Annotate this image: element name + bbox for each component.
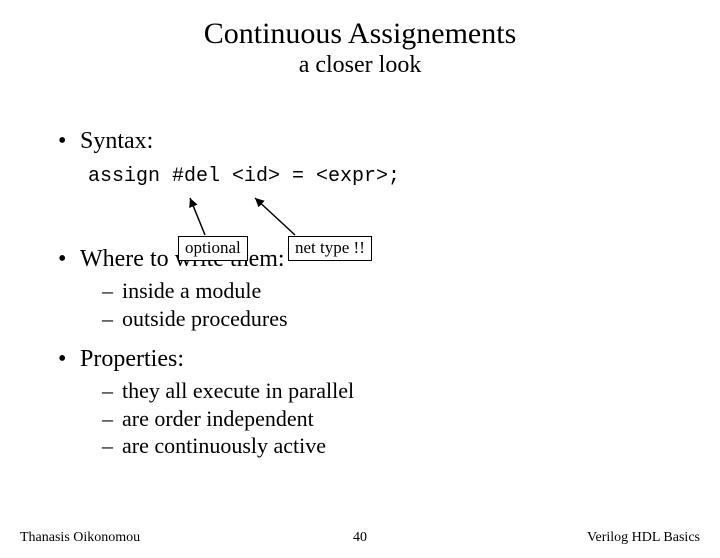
dash-icon: – bbox=[102, 305, 122, 333]
syntax-code: assign #del <id> = <expr>; bbox=[88, 165, 680, 188]
bullet-syntax-text: Syntax: bbox=[80, 128, 153, 155]
props-item-c: are continuously active bbox=[122, 432, 326, 460]
callout-optional: optional bbox=[178, 236, 248, 261]
list-item: – outside procedures bbox=[102, 305, 680, 333]
dash-icon: – bbox=[102, 377, 122, 405]
where-list: – inside a module – outside procedures bbox=[102, 277, 680, 332]
slide-body: • Syntax: assign #del <id> = <expr>; opt… bbox=[58, 128, 680, 460]
list-item: – are order independent bbox=[102, 405, 680, 433]
dash-icon: – bbox=[102, 405, 122, 433]
list-item: – are continuously active bbox=[102, 432, 680, 460]
props-item-b: are order independent bbox=[122, 405, 314, 433]
bullet-props: • Properties: bbox=[58, 346, 680, 373]
bullet-syntax: • Syntax: bbox=[58, 128, 680, 155]
callout-nettype: net type !! bbox=[288, 236, 372, 261]
slide-title: Continuous Assignements bbox=[0, 18, 720, 50]
dash-icon: – bbox=[102, 432, 122, 460]
footer-page-number: 40 bbox=[20, 530, 700, 546]
where-item-a: inside a module bbox=[122, 277, 261, 305]
bullet-props-text: Properties: bbox=[80, 346, 184, 373]
props-item-a: they all execute in parallel bbox=[122, 377, 354, 405]
callout-group: optional net type !! bbox=[178, 236, 478, 276]
bullet-dot-icon: • bbox=[58, 346, 80, 373]
where-item-b: outside procedures bbox=[122, 305, 288, 333]
slide: Continuous Assignements a closer look • … bbox=[0, 18, 720, 558]
slide-subtitle: a closer look bbox=[0, 52, 720, 79]
list-item: – they all execute in parallel bbox=[102, 377, 680, 405]
props-list: – they all execute in parallel – are ord… bbox=[102, 377, 680, 460]
list-item: – inside a module bbox=[102, 277, 680, 305]
bullet-dot-icon: • bbox=[58, 246, 80, 273]
bullet-dot-icon: • bbox=[58, 128, 80, 155]
dash-icon: – bbox=[102, 277, 122, 305]
footer: Thanasis Oikonomou 40 Verilog HDL Basics bbox=[20, 530, 700, 546]
